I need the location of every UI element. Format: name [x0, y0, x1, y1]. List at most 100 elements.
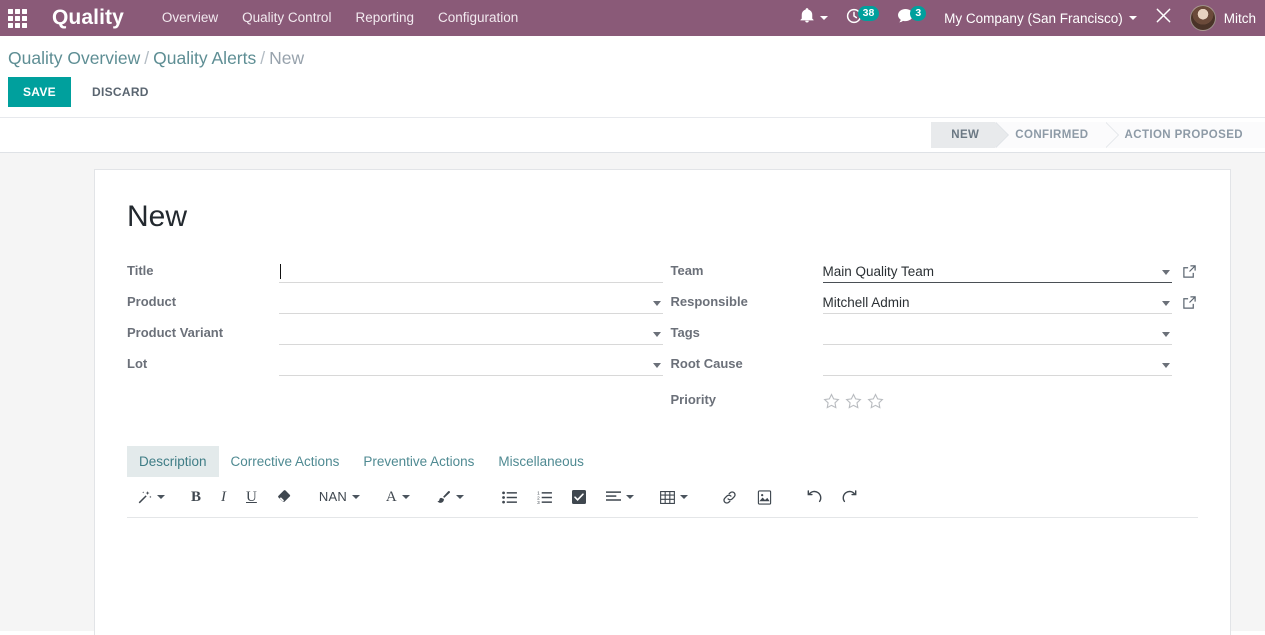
lot-input[interactable] — [279, 353, 663, 376]
bold-button[interactable]: B — [185, 487, 207, 507]
unordered-list-button[interactable] — [496, 489, 523, 506]
chevron-down-icon[interactable] — [1162, 301, 1170, 306]
chevron-down-icon[interactable] — [1162, 363, 1170, 368]
statusbar-container: NEW CONFIRMED ACTION PROPOSED — [0, 117, 1265, 153]
tab-preventive-actions[interactable]: Preventive Actions — [351, 446, 486, 477]
notifications-bell-button[interactable] — [791, 0, 837, 36]
chevron-down-icon[interactable] — [1162, 270, 1170, 275]
font-color-icon: A — [385, 489, 397, 505]
image-icon — [757, 489, 772, 505]
style-magic-wand-icon[interactable] — [131, 488, 171, 507]
breadcrumb-item-current: New — [269, 48, 305, 68]
menu-item-configuration[interactable]: Configuration — [426, 0, 530, 36]
statusbar-stage-new[interactable]: NEW — [931, 122, 1010, 148]
notebook: Description Corrective Actions Preventiv… — [127, 446, 1198, 635]
font-size-button[interactable]: NAN — [313, 487, 366, 507]
remove-format-eraser-icon — [277, 490, 293, 504]
undo-button[interactable] — [800, 488, 828, 507]
responsible-external-link-icon[interactable] — [1182, 295, 1198, 311]
priority-stars[interactable] — [822, 393, 884, 412]
discard-button[interactable]: DISCARD — [77, 77, 164, 107]
menu-item-overview[interactable]: Overview — [150, 0, 230, 36]
field-row-lot: Lot — [127, 349, 663, 376]
tab-description[interactable]: Description — [127, 446, 219, 477]
tags-input[interactable] — [822, 322, 1172, 345]
chevron-down-icon[interactable] — [652, 363, 661, 368]
save-button[interactable]: SAVE — [8, 77, 71, 107]
field-label-team: Team — [670, 263, 704, 278]
field-row-priority: Priority — [671, 380, 1199, 412]
breadcrumb-item-quality-overview[interactable]: Quality Overview — [8, 48, 140, 68]
chevron-down-icon — [1128, 16, 1137, 20]
chevron-down-icon — [625, 495, 634, 499]
breadcrumb: Quality Overview / Quality Alerts / New — [0, 36, 1265, 69]
underline-button[interactable]: U — [240, 487, 263, 507]
product-input[interactable] — [279, 291, 663, 314]
chevron-down-icon — [401, 495, 410, 499]
image-button[interactable] — [751, 488, 778, 507]
rich-text-toolbar: B I U NAN A 1 2 3 — [127, 477, 1198, 518]
field-row-team: Team Main Quality Team — [671, 256, 1199, 283]
statusbar-stage-action-proposed[interactable]: ACTION PROPOSED — [1104, 122, 1265, 148]
chevron-down-icon — [351, 495, 360, 499]
bold-icon: B — [191, 489, 202, 505]
activities-button[interactable]: 38 — [837, 0, 889, 36]
table-button[interactable] — [654, 489, 694, 506]
field-label-title: Title — [127, 263, 154, 278]
messages-button[interactable]: 3 — [888, 0, 935, 36]
root-cause-input[interactable] — [822, 353, 1172, 376]
background-color-brush-icon — [436, 490, 451, 505]
message-count-badge: 3 — [910, 6, 927, 21]
app-brand-title[interactable]: Quality — [52, 6, 124, 30]
chevron-down-icon[interactable] — [1162, 332, 1170, 337]
star-icon-1[interactable] — [822, 393, 840, 410]
avatar — [1189, 5, 1216, 31]
statusbar-stage-confirmed[interactable]: CONFIRMED — [995, 122, 1119, 148]
chevron-down-icon — [679, 495, 688, 499]
chevron-down-icon[interactable] — [652, 301, 661, 306]
chevron-down-icon — [157, 495, 165, 499]
ordered-list-button[interactable]: 123 — [531, 489, 558, 506]
tab-miscellaneous[interactable]: Miscellaneous — [486, 446, 596, 477]
apps-menu-icon[interactable] — [0, 0, 34, 36]
bell-icon — [800, 8, 814, 28]
italic-button[interactable]: I — [215, 487, 232, 507]
user-menu-button[interactable]: Mitch — [1181, 0, 1265, 36]
chevron-down-icon[interactable] — [652, 332, 661, 337]
developer-tools-button[interactable] — [1146, 0, 1181, 36]
background-color-button[interactable] — [430, 488, 470, 507]
ordered-list-icon: 123 — [537, 491, 552, 504]
title-input[interactable] — [279, 260, 663, 283]
underline-icon: U — [246, 489, 257, 505]
responsible-input[interactable]: Mitchell Admin — [822, 291, 1172, 314]
breadcrumb-item-quality-alerts[interactable]: Quality Alerts — [153, 48, 256, 68]
menu-item-reporting[interactable]: Reporting — [343, 0, 426, 36]
redo-button[interactable] — [836, 488, 864, 507]
form-column-left: Title Product Product Variant Lot — [127, 256, 663, 416]
field-row-tags: Tags — [671, 318, 1199, 345]
link-button[interactable] — [716, 488, 743, 507]
checklist-button[interactable] — [566, 488, 592, 506]
chevron-down-icon — [455, 495, 464, 499]
redo-icon — [842, 489, 858, 505]
field-row-title: Title — [127, 256, 663, 283]
tab-corrective-actions[interactable]: Corrective Actions — [219, 446, 352, 477]
star-icon-3[interactable] — [866, 393, 884, 410]
field-row-product-variant: Product Variant — [127, 318, 663, 345]
field-label-responsible: Responsible — [670, 294, 748, 309]
font-color-button[interactable]: A — [380, 487, 416, 507]
responsible-value: Mitchell Admin — [822, 294, 910, 310]
control-panel: Quality Overview / Quality Alerts / New SAVE… — [0, 36, 1265, 117]
team-input[interactable]: Main Quality Team — [822, 260, 1172, 283]
team-external-link-icon[interactable] — [1182, 264, 1198, 280]
menu-item-quality-control[interactable]: Quality Control — [230, 0, 343, 36]
star-icon-2[interactable] — [844, 393, 862, 410]
description-editor[interactable] — [127, 518, 1198, 635]
activity-count-badge: 38 — [857, 6, 880, 21]
remove-format-button[interactable] — [271, 488, 299, 506]
page-title: New — [127, 200, 188, 233]
align-button[interactable] — [600, 489, 640, 505]
field-label-tags: Tags — [670, 325, 700, 340]
company-switcher[interactable]: My Company (San Francisco) — [935, 0, 1146, 36]
product-variant-input[interactable] — [279, 322, 663, 345]
